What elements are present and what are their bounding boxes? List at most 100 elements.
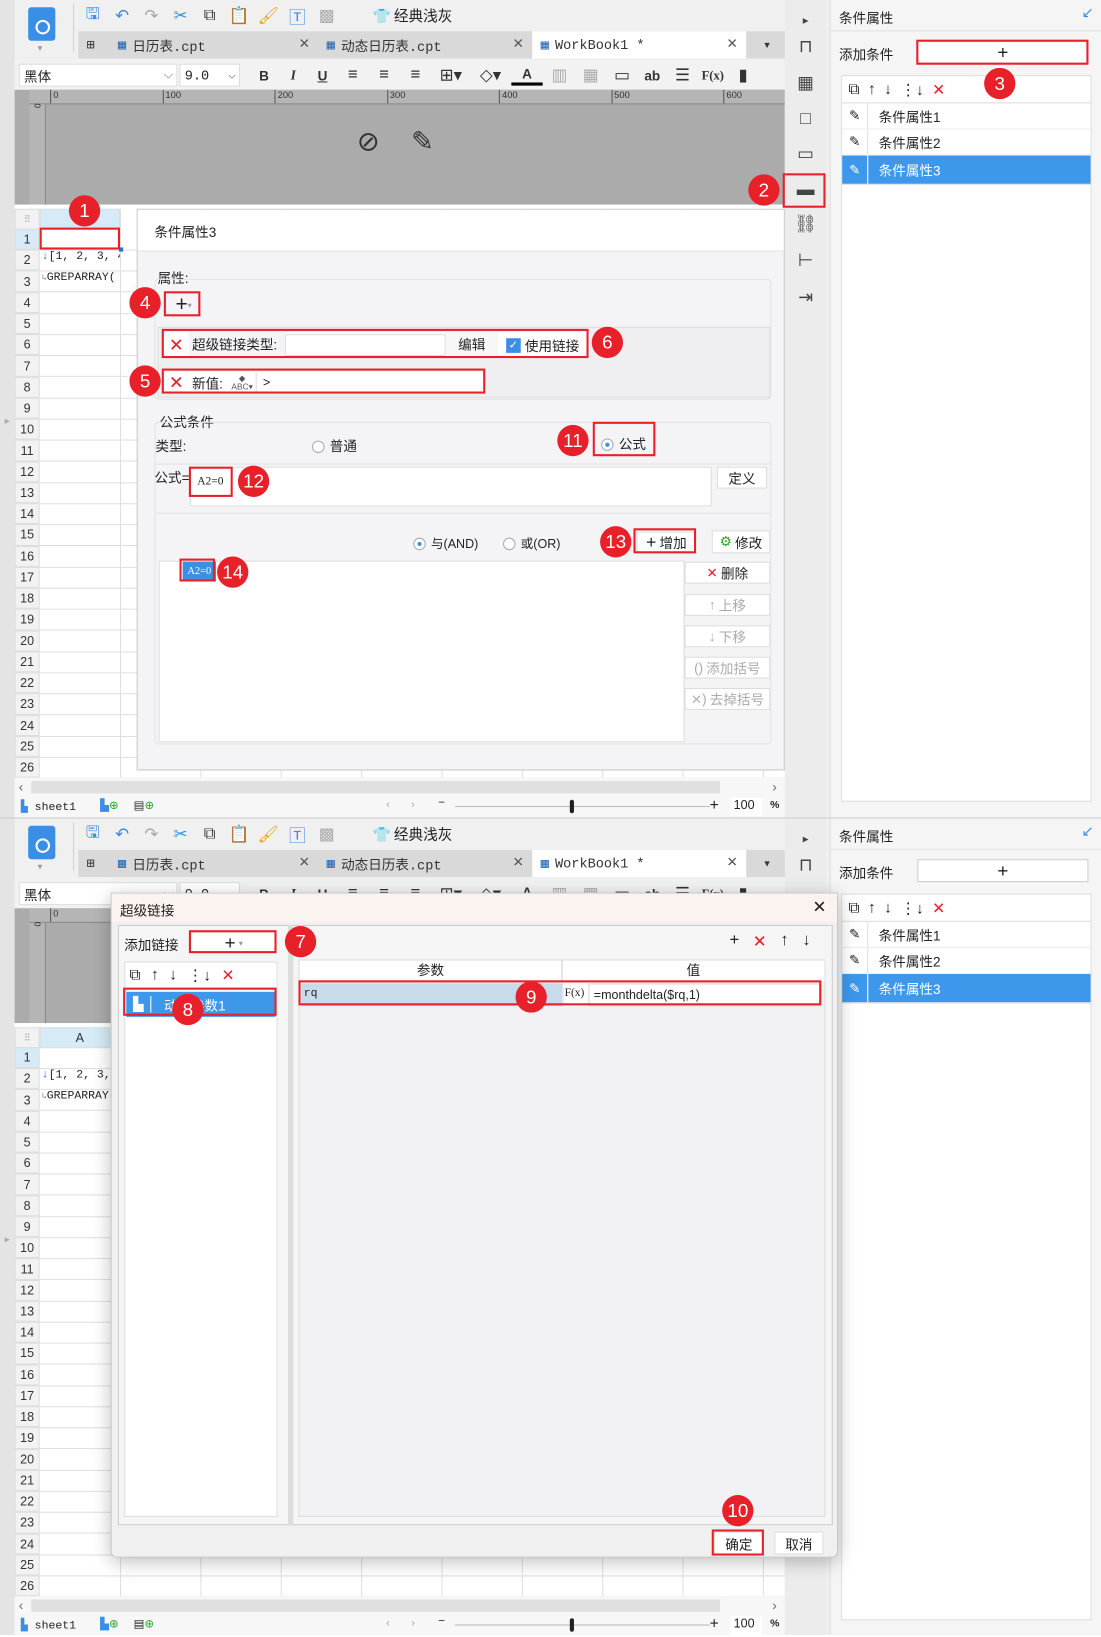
tree-icon[interactable]: ⊢	[791, 247, 820, 274]
row-header[interactable]: 17	[14, 566, 40, 588]
tab-list-menu-icon[interactable]: ▾	[746, 850, 788, 877]
row-header[interactable]: 19	[14, 608, 40, 631]
eye-slash-icon[interactable]: ⊘	[357, 125, 380, 157]
row-header[interactable]: 1	[14, 228, 40, 250]
import-icon[interactable]: ⇥	[791, 284, 820, 311]
cell-attributes-icon[interactable]: ▦	[791, 70, 820, 97]
add-poly-sheet-icon[interactable]: ▤⊕	[134, 799, 154, 813]
new-tab-icon[interactable]: ⊞	[78, 31, 109, 58]
delete-button[interactable]: ✕ 删除	[684, 561, 771, 584]
arrow-down-icon[interactable]: ↓	[802, 931, 810, 952]
row-header[interactable]: 5	[14, 1131, 40, 1153]
next-sheet-icon[interactable]: ›	[411, 799, 415, 812]
splitter[interactable]	[288, 924, 294, 1526]
widget-icon[interactable]: ▭	[791, 141, 820, 168]
add-bracket-button[interactable]: () 添加括号	[684, 656, 771, 679]
condition-item-selected[interactable]: ✎ 条件属性3	[842, 155, 1091, 185]
row-header[interactable]: 3	[14, 270, 40, 293]
close-tab-icon[interactable]: ✕	[299, 855, 310, 871]
cell-a2[interactable]: ↓[1, 2, 3, 4,	[42, 251, 120, 270]
condition-item[interactable]: ✎ 条件属性2	[842, 129, 1091, 156]
redo-icon[interactable]: ↷	[137, 821, 166, 848]
close-tab-icon[interactable]: ✕	[513, 37, 524, 53]
row-header[interactable]: 19	[14, 1427, 40, 1449]
collapse-panel-icon[interactable]: ↙	[1081, 4, 1093, 22]
arrow-up-icon[interactable]: ↑	[151, 966, 159, 985]
format-painter-icon[interactable]: 🖌	[254, 821, 283, 848]
scroll-right-icon[interactable]: ›	[772, 779, 777, 795]
app-menu-button[interactable]: ▾	[23, 824, 61, 872]
move-down-button[interactable]: ↓ 下移	[684, 625, 771, 648]
scroll-thumb[interactable]	[31, 780, 721, 794]
row-header[interactable]: 16	[14, 545, 40, 567]
scroll-right-icon[interactable]: ›	[772, 1597, 777, 1613]
row-header[interactable]: 2	[14, 1068, 40, 1090]
row-header[interactable]: 21	[14, 1469, 40, 1491]
row-header[interactable]: 4	[14, 292, 40, 314]
add-condition-button[interactable]: +	[917, 859, 1089, 883]
horizontal-scrollbar[interactable]: ‹ ›	[14, 777, 785, 797]
text-format-button[interactable]: ab	[639, 67, 666, 83]
close-tab-icon[interactable]: ✕	[726, 855, 737, 871]
row-header[interactable]: 16	[14, 1364, 40, 1386]
paste-icon[interactable]: 📋	[224, 821, 253, 848]
arrow-up-icon[interactable]: ↑	[868, 899, 876, 917]
add-sheet-icon[interactable]: ▙⊕	[100, 1617, 118, 1631]
row-header[interactable]: 26	[14, 756, 40, 779]
row-header[interactable]: 20	[14, 1448, 40, 1470]
row-header[interactable]: 23	[14, 693, 40, 715]
row-header[interactable]: 1	[14, 1047, 40, 1069]
bold-button[interactable]: B	[250, 67, 277, 83]
row-header[interactable]: 25	[14, 735, 40, 757]
zoom-slider-thumb[interactable]	[569, 1618, 574, 1632]
row-header[interactable]: 6	[14, 334, 40, 356]
theme-button[interactable]: 👕 经典浅灰	[373, 824, 453, 845]
copy-icon[interactable]: ⧉	[129, 966, 140, 985]
merge-cells-icon[interactable]: ▥	[545, 62, 574, 89]
formula-button[interactable]: F(x)	[699, 67, 726, 83]
row-header[interactable]: 4	[14, 1110, 40, 1132]
row-header[interactable]: 24	[14, 714, 40, 736]
undo-icon[interactable]: ↶	[107, 821, 136, 848]
copy-icon[interactable]: ⧉	[848, 899, 859, 917]
underline-button[interactable]: U	[309, 67, 336, 83]
chart-icon[interactable]: ▮	[728, 62, 757, 89]
text-field-icon[interactable]: ▭	[607, 62, 636, 89]
left-collapse-strip[interactable]: ▸	[0, 818, 15, 1635]
copy-icon[interactable]: ⧉	[195, 2, 224, 29]
prev-sheet-icon[interactable]: ‹	[386, 1617, 390, 1630]
type-normal-radio[interactable]: 普通	[312, 435, 357, 455]
tab-dynamic-calendar[interactable]: ▦ 动态日历表.cpt ✕	[318, 31, 532, 58]
sort-icon[interactable]: ⋮↓	[900, 80, 923, 99]
row-header[interactable]: 5	[14, 313, 40, 335]
delete-icon[interactable]: ✕	[932, 898, 945, 917]
row-header[interactable]: 13	[14, 1300, 40, 1322]
arrow-up-icon[interactable]: ↑	[868, 80, 876, 98]
add-poly-sheet-icon[interactable]: ▤⊕	[134, 1617, 154, 1631]
zoom-out-button[interactable]: −	[438, 797, 445, 810]
cell-a2[interactable]: ↓[1, 2, 3, 4,	[42, 1069, 120, 1088]
row-header[interactable]: 9	[14, 397, 40, 419]
row-header[interactable]: 6	[14, 1152, 40, 1174]
zoom-slider[interactable]	[455, 1624, 710, 1626]
add-param-icon[interactable]: +	[729, 931, 739, 952]
condition-item[interactable]: ✎ 条件属性1	[842, 103, 1091, 130]
zoom-out-button[interactable]: −	[438, 1615, 445, 1628]
and-radio[interactable]: 与(AND)	[413, 535, 478, 553]
row-header[interactable]: 12	[14, 461, 40, 483]
scroll-left-icon[interactable]: ‹	[19, 779, 24, 795]
row-header[interactable]: 24	[14, 1533, 40, 1555]
collapse-panel-icon[interactable]: ↙	[1081, 823, 1093, 841]
condition-item[interactable]: ✎ 条件属性2	[842, 947, 1091, 975]
row-header[interactable]: 21	[14, 651, 40, 673]
tab-workbook1[interactable]: ▦ WorkBook1 * ✕	[532, 31, 747, 59]
zoom-slider-thumb[interactable]	[569, 799, 574, 814]
modify-button[interactable]: ⚙ 修改	[711, 530, 771, 554]
row-header[interactable]: 3	[14, 1089, 40, 1111]
row-header[interactable]: 11	[14, 439, 40, 462]
row-header[interactable]: 26	[14, 1575, 40, 1597]
arrow-down-icon[interactable]: ↓	[884, 80, 892, 98]
cut-icon[interactable]: ✂	[166, 821, 195, 848]
undo-icon[interactable]: ↶	[107, 2, 136, 29]
align-left-icon[interactable]: ≡	[338, 62, 367, 89]
